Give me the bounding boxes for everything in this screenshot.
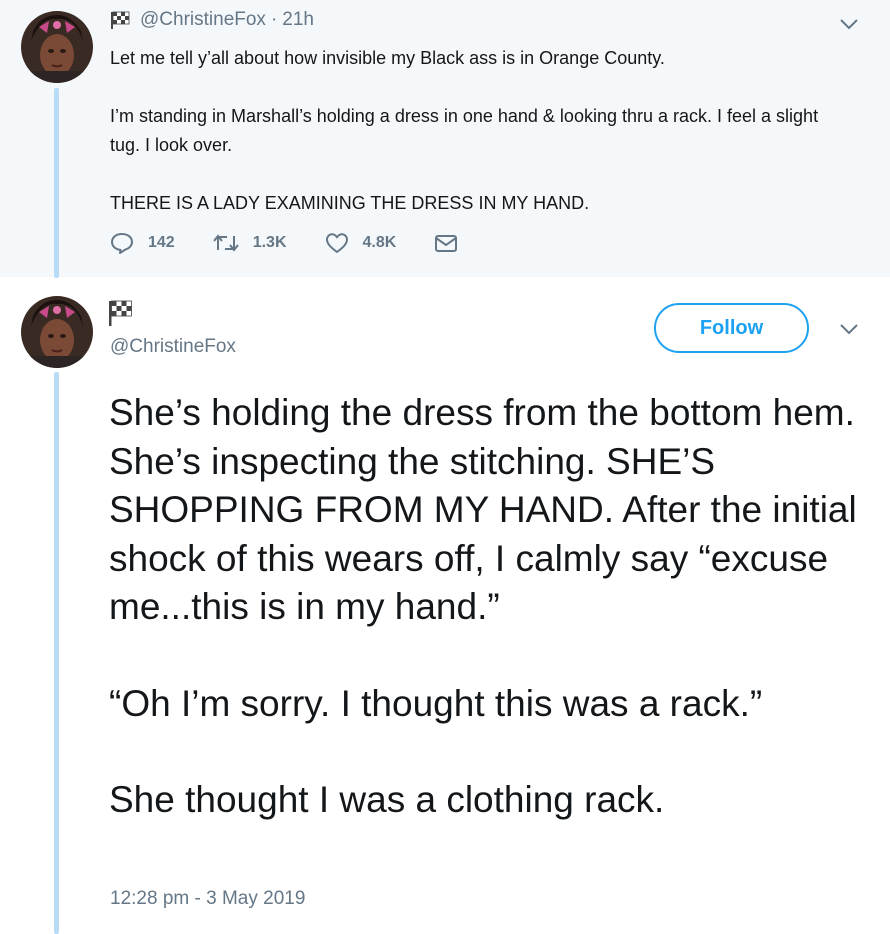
reply-count: 142 [148,234,175,251]
user-handle[interactable]: @ChristineFox [140,9,266,31]
thread-connector [54,372,59,934]
retweet-count: 1.3K [252,234,287,251]
tweet-actions: 142 1.3K 4.8K [110,232,472,254]
checkered-flag-icon [109,300,132,326]
retweet-arrows-icon [212,234,239,252]
user-handle[interactable]: @ChristineFox [110,336,236,358]
tweet-paragraph: THERE IS A LADY EXAMINING THE DRESS IN M… [110,193,590,213]
avatar[interactable] [21,296,93,368]
reply-button[interactable]: 142 [110,232,175,254]
speech-bubble-icon [111,233,133,254]
tweet-first[interactable]: @ChristineFox · 21h Let me tell y’all ab… [0,0,890,277]
tweet-text: Let me tell y’all about how invisible my… [110,44,850,218]
retweet-button[interactable]: 1.3K [212,232,287,254]
checkered-flag-icon [110,11,132,29]
tweet-paragraph: I’m standing in Marshall’s holding a dre… [110,106,819,155]
tweet-paragraph: Let me tell y’all about how invisible my… [110,48,665,68]
tweet-paragraph: She thought I was a clothing rack. [109,779,665,820]
thread-connector [54,88,59,278]
like-button[interactable]: 4.8K [325,232,397,254]
tweet-paragraph: She’s holding the dress from the bottom … [109,392,857,627]
tweet-paragraph: “Oh I’m sorry. I thought this was a rack… [109,682,763,724]
tweet-header: @ChristineFox · 21h [110,9,314,31]
time-separator: · [270,9,278,30]
avatar[interactable] [21,11,93,83]
chevron-down-icon[interactable] [838,322,860,336]
tweet-text: She’s holding the dress from the bottom … [109,389,869,825]
tweet-timestamp[interactable]: 12:28 pm - 3 May 2019 [110,888,305,910]
like-count: 4.8K [362,234,397,251]
follow-button[interactable]: Follow [654,303,809,353]
heart-icon [325,233,348,253]
dm-button[interactable] [434,233,472,253]
envelope-icon [435,235,458,252]
tweet-time[interactable]: 21h [282,9,314,31]
chevron-down-icon[interactable] [838,17,860,31]
